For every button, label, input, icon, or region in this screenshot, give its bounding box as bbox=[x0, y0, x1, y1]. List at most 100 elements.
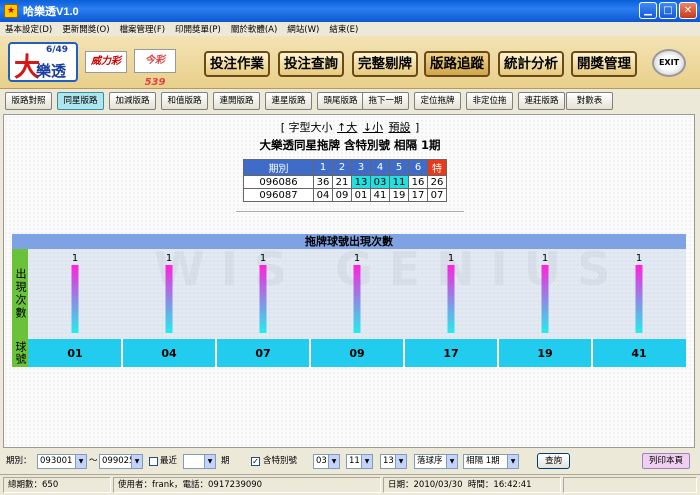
font-size-control: [ 字型大小 ↑大 ↓小 預設 ] bbox=[280, 121, 420, 134]
header: 大 6/49 樂透 威力彩 今彩539 投注作業 投注查詢 完整剔牌 版路追蹤 … bbox=[0, 36, 700, 89]
menu-update-draws[interactable]: 更新開獎(O) bbox=[62, 23, 109, 35]
exit-button[interactable]: EXIT bbox=[652, 49, 686, 77]
bar-19 bbox=[541, 265, 549, 333]
period-to-select[interactable]: 099025 ▼ bbox=[99, 454, 143, 469]
tab-consecutive-star[interactable]: 連星版路 bbox=[265, 92, 312, 110]
bar-04 bbox=[165, 265, 173, 333]
status-bar: 總期數：650 使用者：frank，電話：0917239090 日期：2010/… bbox=[0, 474, 700, 495]
number-select-2[interactable]: 11 ▼ bbox=[346, 454, 373, 469]
bar-07 bbox=[259, 265, 267, 333]
number-select-3[interactable]: 13 ▼ bbox=[380, 454, 407, 469]
chevron-down-icon: ▼ bbox=[395, 455, 406, 468]
number-select-1[interactable]: 03 ▼ bbox=[313, 454, 340, 469]
table-row: 096086 36 21 13 03 11 16 26 bbox=[243, 175, 447, 189]
font-smaller-link[interactable]: ↓小 bbox=[363, 121, 383, 134]
chevron-down-icon: ▼ bbox=[446, 455, 457, 468]
tab-path-compare[interactable]: 版路對照 bbox=[5, 92, 52, 110]
statistics-button[interactable]: 統計分析 bbox=[498, 51, 564, 77]
bet-query-button[interactable]: 投注查詢 bbox=[278, 51, 344, 77]
ball-number-label: 17 bbox=[443, 347, 458, 360]
tab-plus-minus[interactable]: 加減版路 bbox=[109, 92, 156, 110]
status-extra bbox=[563, 477, 697, 493]
bar-17 bbox=[447, 265, 455, 333]
ball-number-label: 04 bbox=[161, 347, 177, 360]
query-button[interactable]: 查詢 bbox=[537, 453, 570, 469]
recent-label: 最近 bbox=[160, 456, 178, 466]
ball-number-label: 09 bbox=[349, 347, 364, 360]
draw-manage-button[interactable]: 開獎管理 bbox=[571, 51, 637, 77]
tab-streak[interactable]: 連莊版路 bbox=[518, 92, 565, 110]
bar-41 bbox=[635, 265, 643, 333]
page-title: 大樂透同星拖牌 含特別號 相隔 1期 bbox=[259, 138, 441, 152]
ball-number-label: 41 bbox=[631, 347, 646, 360]
chevron-down-icon: ▼ bbox=[507, 455, 518, 468]
print-page-button[interactable]: 列印本頁 bbox=[642, 453, 690, 469]
divider bbox=[236, 211, 464, 213]
font-bigger-link[interactable]: ↑大 bbox=[337, 121, 357, 134]
tab-positional-drag[interactable]: 定位拖牌 bbox=[414, 92, 461, 110]
col-4: 4 bbox=[370, 159, 390, 176]
col-6: 6 bbox=[408, 159, 428, 176]
order-select[interactable]: 落球序 ▼ bbox=[414, 454, 458, 469]
maximize-button[interactable]: □ bbox=[659, 2, 677, 19]
tab-consecutive-open[interactable]: 連開版路 bbox=[213, 92, 260, 110]
full-filter-button[interactable]: 完整剔牌 bbox=[352, 51, 418, 77]
tab-head-tail[interactable]: 頭尾版路 bbox=[317, 92, 364, 110]
close-button[interactable]: ✕ bbox=[679, 2, 697, 19]
chevron-down-icon: ▼ bbox=[204, 455, 215, 468]
control-bar: 期別： 093001 ▼ ～ 099025 ▼ 最近 ▼ 期 ✓ 含特別號 03 ▼ … bbox=[0, 450, 700, 472]
bar-chart: 1 1 1 1 1 1 1 bbox=[71, 253, 643, 333]
minimize-button[interactable]: ▁ bbox=[639, 2, 657, 19]
tab-nonpositional-drag[interactable]: 非定位拖 bbox=[466, 92, 513, 110]
lotto649-logo[interactable]: 大 6/49 樂透 bbox=[8, 42, 78, 83]
main-panel: WIS GENIUS [ 字型大小 ↑大 ↓小 預設 ] 大樂透同星拖牌 含特別… bbox=[3, 114, 695, 448]
bar-value-label: 1 bbox=[542, 253, 548, 264]
tab-pair-table[interactable]: 對數表 bbox=[566, 92, 613, 110]
recent-select[interactable]: ▼ bbox=[183, 454, 216, 469]
status-total: 總期數：650 bbox=[3, 477, 111, 493]
bar-value-label: 1 bbox=[354, 253, 360, 264]
menu-basic-settings[interactable]: 基本設定(D) bbox=[5, 23, 52, 35]
daily539-logo[interactable]: 今彩539 bbox=[134, 49, 176, 88]
recent-checkbox[interactable] bbox=[149, 457, 158, 466]
menu-bar: 基本設定(D) 更新開獎(O) 檔案管理(F) 印開獎單(P) 關於軟體(A) … bbox=[0, 22, 700, 36]
bar-value-label: 1 bbox=[636, 253, 642, 264]
menu-file-manage[interactable]: 檔案管理(F) bbox=[120, 23, 166, 35]
bar-09 bbox=[353, 265, 361, 333]
bar-value-label: 1 bbox=[166, 253, 172, 264]
col-period: 期別 bbox=[243, 159, 314, 176]
special-label: 含特別號 bbox=[263, 456, 298, 466]
chevron-down-icon: ▼ bbox=[131, 455, 142, 468]
status-user: 使用者：frank，電話：0917239090 bbox=[113, 477, 381, 493]
ball-number-label: 19 bbox=[537, 347, 552, 360]
special-checkbox[interactable]: ✓ bbox=[251, 457, 260, 466]
font-default-link[interactable]: 預設 bbox=[388, 121, 410, 134]
menu-about[interactable]: 關於軟體(A) bbox=[231, 23, 277, 35]
window-title: 哈樂透V1.0 bbox=[23, 6, 79, 18]
chart-ylabel: 出現次數 bbox=[12, 249, 28, 339]
chevron-down-icon: ▼ bbox=[328, 455, 339, 468]
ball-number-label: 01 bbox=[67, 347, 82, 360]
col-1: 1 bbox=[313, 159, 333, 176]
tab-sum-value[interactable]: 和值版路 bbox=[161, 92, 208, 110]
title-bar: ★ 哈樂透V1.0 ▁ □ ✕ bbox=[0, 0, 700, 22]
period-from-select[interactable]: 093001 ▼ bbox=[37, 454, 87, 469]
chevron-down-icon: ▼ bbox=[361, 455, 372, 468]
col-3: 3 bbox=[351, 159, 371, 176]
power-lottery-logo[interactable]: 威力彩 bbox=[85, 51, 127, 73]
menu-website[interactable]: 網站(W) bbox=[287, 23, 319, 35]
status-date: 日期：2010/03/30 時間：16:42:41 bbox=[383, 477, 561, 493]
menu-print-draws[interactable]: 印開獎單(P) bbox=[175, 23, 221, 35]
table-row: 096087 04 09 01 41 19 17 07 bbox=[243, 188, 447, 202]
tab-same-star[interactable]: 同星版路 bbox=[57, 92, 104, 110]
sub-toolbar: 版路對照 同星版路 加減版路 和值版路 連開版路 連星版路 頭尾版路 拖下一期 … bbox=[0, 90, 700, 112]
path-tracking-button[interactable]: 版路追蹤 bbox=[424, 51, 490, 77]
ball-number-row: 01 04 07 09 17 19 41 bbox=[28, 339, 686, 367]
menu-exit[interactable]: 結束(E) bbox=[329, 23, 358, 35]
draws-table: 期別 1 2 3 4 5 6 特 096086 36 21 13 03 11 1… bbox=[243, 159, 447, 202]
chart-title: 拖牌球號出現次數 bbox=[12, 234, 686, 249]
betting-button[interactable]: 投注作業 bbox=[204, 51, 270, 77]
bar-01 bbox=[71, 265, 79, 333]
tab-drag-next[interactable]: 拖下一期 bbox=[362, 92, 409, 110]
interval-select[interactable]: 相隔 1期 ▼ bbox=[463, 454, 519, 469]
